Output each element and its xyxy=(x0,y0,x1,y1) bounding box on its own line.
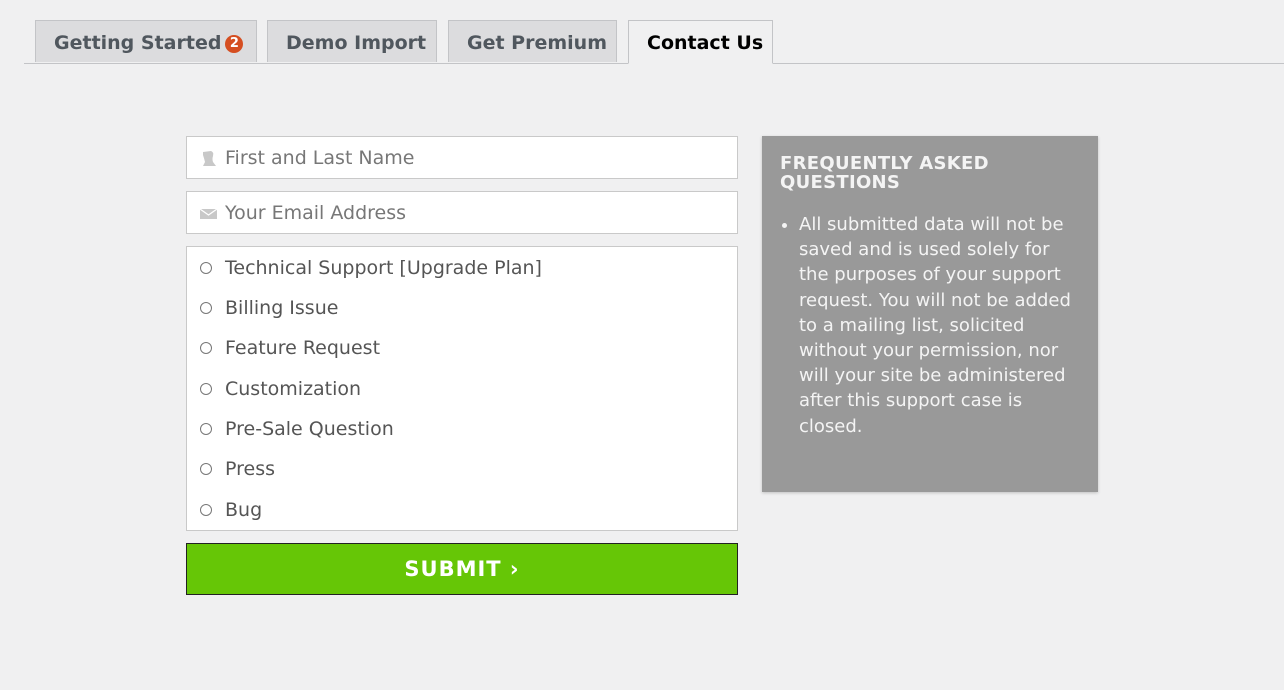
radio-label: Press xyxy=(225,458,276,480)
user-icon xyxy=(203,151,216,166)
tab-demo-import[interactable]: Demo Import xyxy=(267,20,437,62)
tab-label: Getting Started xyxy=(54,32,222,54)
faq-item: All submitted data will not be saved and… xyxy=(799,212,1080,439)
radio-button[interactable] xyxy=(200,383,212,395)
radio-label: Billing Issue xyxy=(225,297,339,319)
radio-customization[interactable]: Customization xyxy=(200,374,361,404)
radio-button[interactable] xyxy=(200,463,212,475)
faq-title: FREQUENTLY ASKED QUESTIONS xyxy=(780,153,989,193)
topic-radio-group: Technical Support [Upgrade Plan] Billing… xyxy=(186,246,738,531)
radio-feature-request[interactable]: Feature Request xyxy=(200,333,380,363)
tab-label: Get Premium xyxy=(467,32,607,54)
tab-get-premium[interactable]: Get Premium xyxy=(448,20,617,62)
email-input[interactable] xyxy=(225,192,725,233)
radio-pre-sale-question[interactable]: Pre-Sale Question xyxy=(200,414,394,444)
radio-button[interactable] xyxy=(200,342,212,354)
name-field xyxy=(186,136,738,179)
tab-getting-started[interactable]: Getting Started 2 xyxy=(35,20,257,62)
radio-button[interactable] xyxy=(200,504,212,516)
radio-technical-support[interactable]: Technical Support [Upgrade Plan] xyxy=(200,253,542,283)
email-field xyxy=(186,191,738,234)
tab-label: Demo Import xyxy=(286,32,427,54)
submit-button[interactable]: SUBMIT › xyxy=(186,543,738,595)
tab-label: Contact Us xyxy=(647,32,764,54)
radio-label: Feature Request xyxy=(225,337,381,359)
name-input[interactable] xyxy=(225,137,725,178)
tab-contact-us[interactable]: Contact Us xyxy=(628,20,773,64)
envelope-icon xyxy=(200,208,217,219)
radio-label: Bug xyxy=(225,499,263,521)
nav-tabs: Getting Started 2 Demo Import Get Premium… xyxy=(24,20,1284,64)
notification-badge: 2 xyxy=(225,35,244,53)
faq-list: All submitted data will not be saved and… xyxy=(780,212,1080,439)
radio-label: Pre-Sale Question xyxy=(225,418,394,440)
radio-press[interactable]: Press xyxy=(200,454,275,484)
radio-billing-issue[interactable]: Billing Issue xyxy=(200,293,338,323)
radio-button[interactable] xyxy=(200,262,212,274)
faq-panel: FREQUENTLY ASKED QUESTIONS All submitted… xyxy=(762,136,1098,492)
radio-button[interactable] xyxy=(200,302,212,314)
radio-button[interactable] xyxy=(200,423,212,435)
radio-label: Customization xyxy=(225,378,362,400)
radio-bug[interactable]: Bug xyxy=(200,495,262,525)
radio-label: Technical Support [Upgrade Plan] xyxy=(225,257,542,279)
